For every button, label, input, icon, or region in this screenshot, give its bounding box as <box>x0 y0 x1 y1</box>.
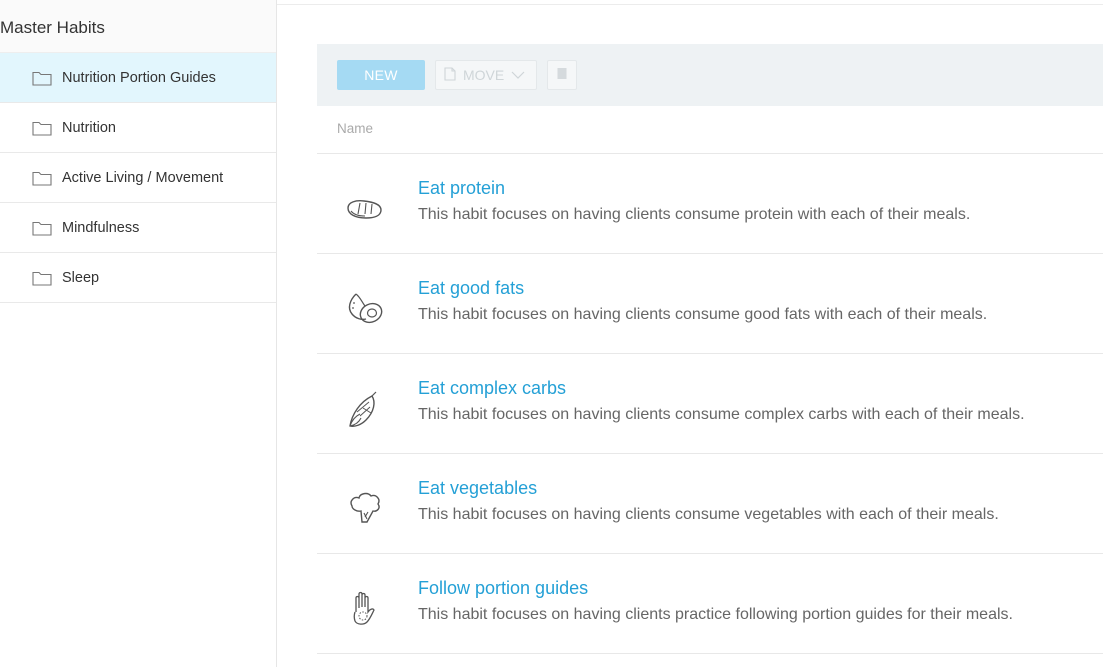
folder-icon <box>32 70 52 86</box>
habit-description: This habit focuses on having clients con… <box>418 406 1025 423</box>
new-button[interactable]: NEW <box>337 60 425 90</box>
habit-description: This habit focuses on having clients pra… <box>418 606 1013 623</box>
habit-title-link[interactable]: Follow portion guides <box>418 578 1013 599</box>
folder-item-active-living[interactable]: Active Living / Movement <box>0 153 276 203</box>
trash-icon <box>556 66 568 85</box>
folder-item-sleep[interactable]: Sleep <box>0 253 276 303</box>
folder-item-mindfulness[interactable]: Mindfulness <box>0 203 276 253</box>
habit-title-link[interactable]: Eat vegetables <box>418 478 999 499</box>
folder-icon <box>32 220 52 236</box>
folder-label: Nutrition Portion Guides <box>62 69 216 86</box>
meat-icon <box>342 186 388 232</box>
habit-row[interactable]: Eat vegetables This habit focuses on hav… <box>317 454 1103 554</box>
folder-item-nutrition[interactable]: Nutrition <box>0 103 276 153</box>
habit-row[interactable]: Follow portion guides This habit focuses… <box>317 554 1103 654</box>
chevron-down-icon <box>511 67 525 83</box>
folder-label: Sleep <box>62 269 100 286</box>
toolbar: NEW MOVE <box>317 44 1103 106</box>
sidebar: Master Habits Nutrition Portion Guides N… <box>0 0 277 667</box>
folder-label: Nutrition <box>62 119 116 136</box>
sidebar-title: Master Habits <box>0 0 276 53</box>
folder-icon <box>32 270 52 286</box>
corn-icon <box>342 386 388 432</box>
habit-title-link[interactable]: Eat protein <box>418 178 970 199</box>
habit-row[interactable]: Eat complex carbs This habit focuses on … <box>317 354 1103 454</box>
avocado-icon <box>342 286 388 332</box>
folder-label: Mindfulness <box>62 219 140 236</box>
folder-icon <box>32 120 52 136</box>
move-label: MOVE <box>463 67 505 83</box>
habit-description: This habit focuses on having clients con… <box>418 306 988 323</box>
habit-row[interactable]: Eat good fats This habit focuses on havi… <box>317 254 1103 354</box>
main-panel: NEW MOVE Name Eat protein This habit foc… <box>317 44 1103 654</box>
column-header-name[interactable]: Name <box>317 106 1103 154</box>
document-icon <box>444 66 456 84</box>
habit-row[interactable]: Eat protein This habit focuses on having… <box>317 154 1103 254</box>
move-button[interactable]: MOVE <box>435 60 537 90</box>
folder-label: Active Living / Movement <box>62 169 224 186</box>
habit-description: This habit focuses on having clients con… <box>418 506 999 523</box>
hand-icon <box>342 586 388 632</box>
habit-title-link[interactable]: Eat good fats <box>418 278 987 299</box>
folder-item-nutrition-portion-guides[interactable]: Nutrition Portion Guides <box>0 53 276 103</box>
folder-icon <box>32 170 52 186</box>
top-divider <box>277 0 1103 5</box>
habit-description: This habit focuses on having clients con… <box>418 206 971 223</box>
habit-title-link[interactable]: Eat complex carbs <box>418 378 1025 399</box>
delete-button[interactable] <box>547 60 577 90</box>
broccoli-icon <box>342 486 388 532</box>
